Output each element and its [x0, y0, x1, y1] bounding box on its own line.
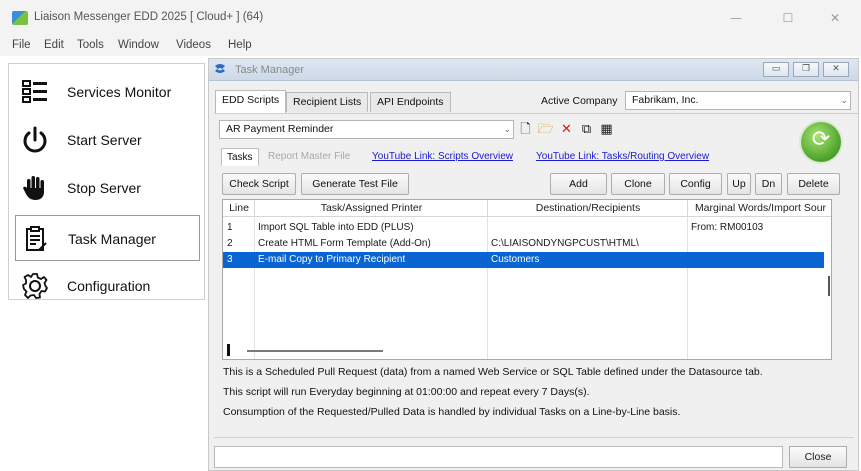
column-separator: [487, 200, 488, 217]
nav-label: Configuration: [67, 278, 151, 294]
nav-panel: Services Monitor Start Server Stop Serve…: [8, 63, 205, 300]
menu-videos[interactable]: Videos: [176, 39, 211, 51]
nav-label: Stop Server: [67, 180, 141, 196]
nav-start-server[interactable]: Start Server: [9, 117, 204, 163]
add-button[interactable]: Add: [550, 173, 607, 195]
column-separator: [687, 200, 688, 217]
column-header-destination[interactable]: Destination/Recipients: [488, 202, 688, 214]
subtab-tasks[interactable]: Tasks: [221, 148, 259, 166]
table-row-selected[interactable]: 3 E-mail Copy to Primary Recipient Custo…: [223, 252, 824, 268]
column-header-task[interactable]: Task/Assigned Printer: [255, 202, 488, 214]
menu-edit[interactable]: Edit: [44, 39, 64, 51]
close-window-button[interactable]: ✕: [813, 6, 857, 30]
task-manager-title: Task Manager: [235, 64, 305, 76]
properties-icon[interactable]: ▦: [598, 121, 615, 138]
nav-configuration[interactable]: Configuration: [9, 263, 204, 309]
cell-task: Create HTML Form Template (Add-On): [258, 238, 431, 249]
nav-label: Services Monitor: [67, 84, 172, 100]
active-company-value: Fabrikam, Inc.: [632, 94, 699, 106]
subtab-report-master-file: Report Master File: [268, 151, 351, 162]
script-value: AR Payment Reminder: [226, 123, 334, 135]
hand-stop-icon: [23, 176, 44, 200]
minimize-button[interactable]: —: [714, 6, 758, 30]
window-title: Liaison Messenger EDD 2025 [ Cloud+ ] (6…: [34, 11, 264, 23]
cell-task: Import SQL Table into EDD (PLUS): [258, 222, 414, 233]
task-manager-titlebar: Task Manager ▭ ❐ ✕: [209, 59, 858, 81]
link-tasks-routing-overview[interactable]: YouTube Link: Tasks/Routing Overview: [536, 151, 709, 162]
gear-icon: [22, 273, 48, 299]
close-button[interactable]: Close: [789, 446, 847, 468]
nav-services-monitor[interactable]: Services Monitor: [9, 69, 204, 115]
menu-window[interactable]: Window: [118, 39, 159, 51]
nav-stop-server[interactable]: Stop Server: [9, 165, 204, 211]
delete-button[interactable]: Delete: [787, 173, 840, 195]
info-line: This is a Scheduled Pull Request (data) …: [223, 366, 763, 378]
task-manager-logo-icon: [215, 64, 225, 73]
cell-marginal: From: RM00103: [691, 222, 764, 233]
cell-task: E-mail Copy to Primary Recipient: [258, 254, 406, 265]
chevron-down-icon: ⌄: [503, 125, 511, 135]
column-header-marginal[interactable]: Marginal Words/Import Sour: [688, 202, 831, 214]
info-line: This script will run Everyday beginning …: [223, 386, 590, 398]
maximize-button[interactable]: ☐: [766, 6, 810, 30]
new-document-icon[interactable]: 🗋: [517, 121, 534, 138]
divider: [214, 113, 858, 114]
cell-line: 1: [227, 222, 233, 233]
copy-icon[interactable]: ⧉: [578, 121, 595, 138]
clone-button[interactable]: Clone: [611, 173, 665, 195]
up-button[interactable]: Up: [727, 173, 751, 195]
refresh-icon: ⟳: [811, 127, 831, 152]
link-scripts-overview[interactable]: YouTube Link: Scripts Overview: [372, 151, 513, 162]
clipboard-icon: [26, 226, 47, 251]
table-row[interactable]: 2 Create HTML Form Template (Add-On) C:\…: [223, 236, 824, 252]
nav-label: Start Server: [67, 132, 142, 148]
divider: [214, 437, 854, 438]
tasks-grid: Line Task/Assigned Printer Destination/R…: [222, 199, 832, 360]
active-company-select[interactable]: Fabrikam, Inc. ⌄: [625, 91, 851, 110]
check-script-button[interactable]: Check Script: [222, 173, 296, 195]
cell-destination: Customers: [491, 254, 540, 265]
delete-icon[interactable]: ✕: [558, 121, 575, 138]
cell-line: 3: [227, 254, 233, 265]
tab-api-endpoints[interactable]: API Endpoints: [370, 92, 451, 112]
tab-recipient-lists[interactable]: Recipient Lists: [286, 92, 369, 112]
chevron-down-icon: ⌄: [840, 96, 848, 106]
vertical-scrollbar[interactable]: [828, 276, 830, 296]
menu-help[interactable]: Help: [228, 39, 252, 51]
menu-tools[interactable]: Tools: [77, 39, 104, 51]
refresh-button[interactable]: ⟳: [801, 122, 841, 162]
app-logo-icon: [12, 11, 28, 25]
nav-label: Task Manager: [68, 231, 156, 247]
power-icon: [23, 126, 47, 153]
menu-bar: File Edit Tools Window Videos Help: [0, 36, 861, 56]
info-line: Consumption of the Requested/Pulled Data…: [223, 406, 681, 418]
open-folder-icon[interactable]: 🗁: [537, 121, 554, 138]
script-select[interactable]: AR Payment Reminder ⌄: [219, 120, 514, 139]
table-row[interactable]: 1 Import SQL Table into EDD (PLUS) From:…: [223, 220, 824, 236]
status-field: [214, 446, 783, 468]
horizontal-scrollbar-cap: [227, 344, 230, 356]
horizontal-scrollbar[interactable]: [247, 350, 383, 352]
grid-header: Line Task/Assigned Printer Destination/R…: [223, 200, 831, 217]
tm-close-button[interactable]: ✕: [823, 62, 849, 77]
generate-test-file-button[interactable]: Generate Test File: [301, 173, 409, 195]
active-company-label: Active Company: [541, 95, 618, 107]
column-separator: [254, 200, 255, 217]
menu-file[interactable]: File: [12, 39, 31, 51]
task-manager-window: Task Manager ▭ ❐ ✕ EDD Scripts Recipient…: [208, 58, 859, 471]
services-monitor-icon: [22, 80, 47, 103]
title-bar: Liaison Messenger EDD 2025 [ Cloud+ ] (6…: [0, 0, 861, 36]
tm-minimize-button[interactable]: ▭: [763, 62, 789, 77]
cell-destination: C:\LIAISONDYNGPCUST\HTML\: [491, 238, 639, 249]
config-button[interactable]: Config: [669, 173, 722, 195]
cell-line: 2: [227, 238, 233, 249]
column-header-line[interactable]: Line: [223, 202, 255, 214]
nav-task-manager[interactable]: Task Manager: [15, 215, 200, 261]
down-button[interactable]: Dn: [755, 173, 782, 195]
tm-restore-button[interactable]: ❐: [793, 62, 819, 77]
tab-edd-scripts[interactable]: EDD Scripts: [215, 90, 287, 113]
